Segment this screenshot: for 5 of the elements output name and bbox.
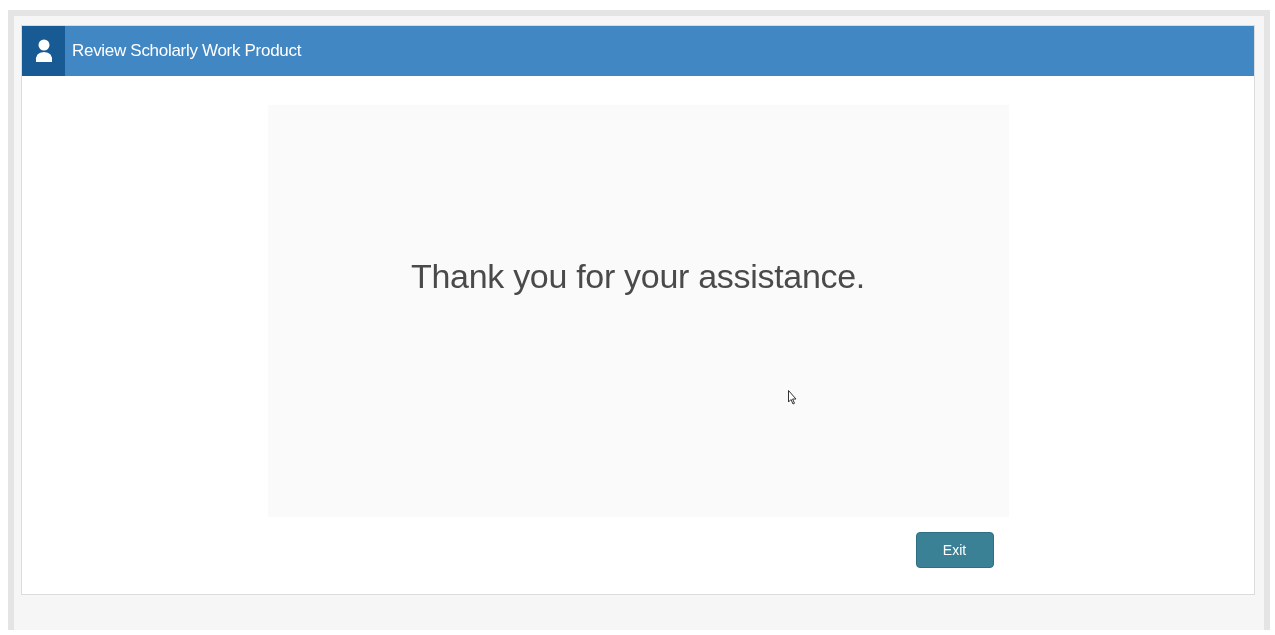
exit-button[interactable]: Exit [915,532,994,568]
thank-you-message: Thank you for your assistance. [411,257,865,297]
page-title: Review Scholarly Work Product [72,41,302,61]
user-icon [34,39,53,63]
cursor-icon [787,390,797,405]
